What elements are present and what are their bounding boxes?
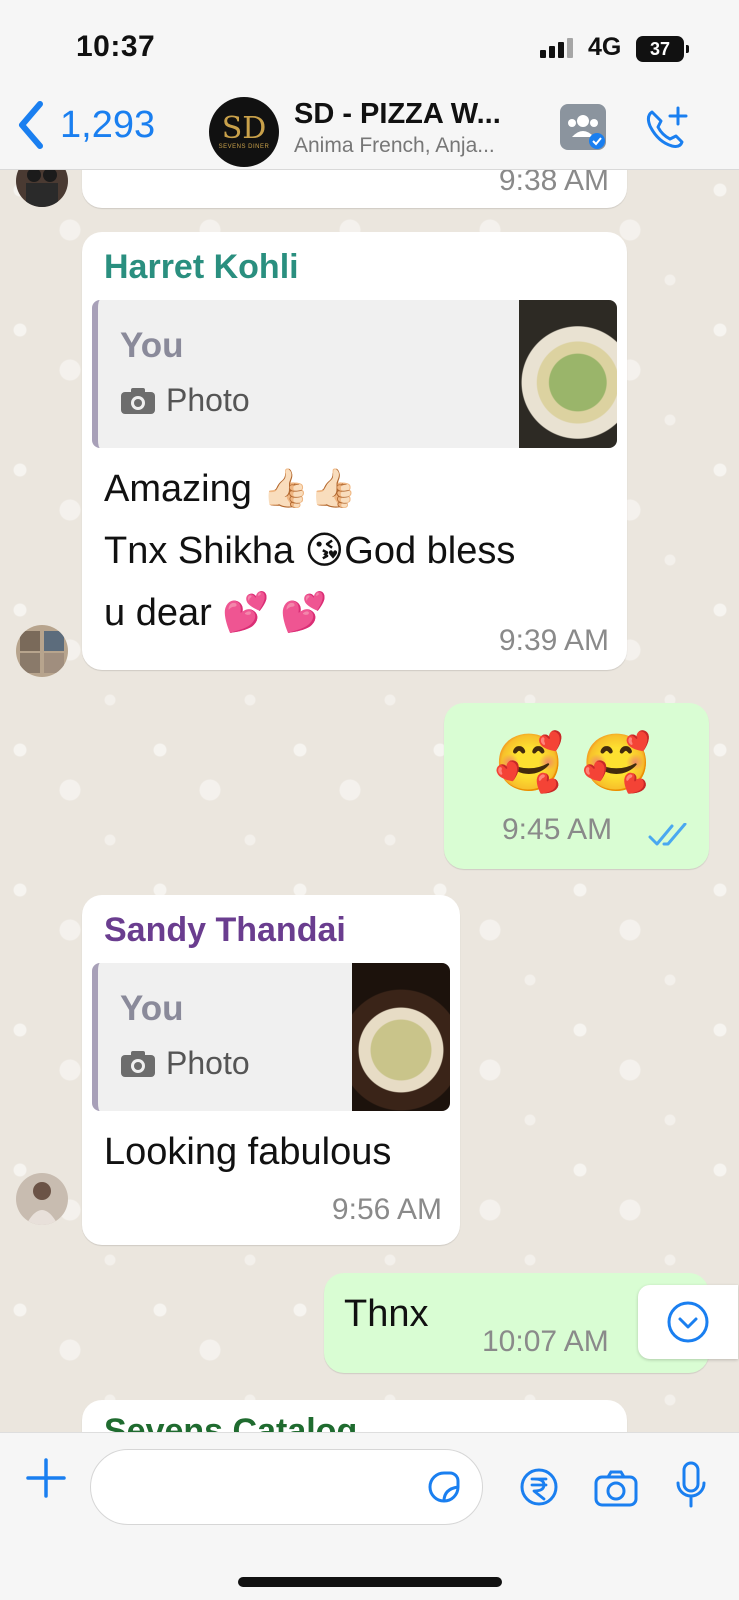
status-time: 10:37 <box>76 30 156 63</box>
person-icon <box>20 631 64 673</box>
chevron-left-icon <box>19 101 43 149</box>
message-text: Thnx <box>344 1293 429 1335</box>
plus-icon <box>26 1458 66 1498</box>
message-line: Tnx Shikha 😘God bless <box>104 530 516 572</box>
payment-button[interactable] <box>519 1467 559 1512</box>
message-time: 10:07 AM <box>482 1325 609 1358</box>
battery-level: 37 <box>649 38 671 59</box>
message-bubble[interactable]: 9:38 AM <box>82 170 627 208</box>
camera-button[interactable] <box>594 1469 638 1512</box>
message-time: 9:45 AM <box>502 813 613 846</box>
message-composer <box>0 1432 739 1600</box>
quote-content: Photo <box>120 382 250 419</box>
community-button[interactable] <box>560 104 606 150</box>
sender-name[interactable]: Sevens Catalog <box>104 1412 357 1432</box>
sender-avatar[interactable] <box>16 625 68 677</box>
add-call-button[interactable] <box>642 104 692 159</box>
rupee-icon <box>520 1468 558 1506</box>
back-button[interactable]: 1,293 <box>16 100 155 150</box>
camera-icon <box>121 1050 155 1077</box>
message-line: Amazing 👍🏻👍🏻 <box>104 468 358 510</box>
person-icon <box>26 1182 58 1225</box>
camera-icon <box>594 1470 638 1507</box>
message-line: u dear 💕 💕 <box>104 592 328 634</box>
photo-thumbnail[interactable] <box>519 300 617 448</box>
unread-count: 1,293 <box>60 103 156 146</box>
scroll-to-bottom-button[interactable] <box>638 1285 738 1359</box>
message-bubble[interactable]: Sandy Thandai You Photo Looking fabulous… <box>82 895 460 1245</box>
quoted-message[interactable]: You Photo <box>92 300 617 448</box>
microphone-icon <box>676 1461 706 1508</box>
chevron-down-icon <box>667 1301 709 1343</box>
chat-header: 1,293 SD SEVENS DINER SD - PIZZA W... An… <box>0 90 739 170</box>
group-avatar[interactable]: SD SEVENS DINER <box>209 97 279 167</box>
message-time: 9:38 AM <box>498 170 609 197</box>
status-bar: 10:37 4G 37 <box>0 0 739 90</box>
message-text: 🥰 🥰 <box>494 731 652 796</box>
camera-icon <box>121 387 155 414</box>
double-check-icon <box>648 823 687 846</box>
home-indicator <box>238 1577 502 1587</box>
group-members[interactable]: Anima French, Anja... <box>294 134 495 158</box>
sender-avatar[interactable] <box>16 1173 68 1225</box>
quote-label: Photo <box>166 1045 250 1081</box>
signal-icon <box>540 38 573 58</box>
quote-author: You <box>120 326 184 365</box>
person-icon <box>26 170 58 207</box>
avatar-monogram: SD <box>221 111 267 146</box>
message-bubble-outgoing[interactable]: 🥰 🥰 9:45 AM <box>444 703 709 869</box>
group-icon <box>568 115 605 149</box>
message-bubble[interactable]: Sevens Catalog <box>82 1400 627 1432</box>
sticker-button[interactable] <box>426 1469 462 1510</box>
message-input[interactable] <box>90 1449 483 1525</box>
chat-area[interactable]: 9:38 AM Harret Kohli You Photo Amazing 👍… <box>0 170 739 1432</box>
microphone-button[interactable] <box>674 1461 708 1516</box>
attach-button[interactable] <box>25 1457 67 1504</box>
network-type: 4G <box>588 33 622 61</box>
group-name[interactable]: SD - PIZZA W... <box>294 98 501 131</box>
sender-name[interactable]: Sandy Thandai <box>104 911 346 950</box>
battery-icon: 37 <box>636 36 689 62</box>
message-time: 9:39 AM <box>498 624 609 657</box>
message-time: 9:56 AM <box>331 1193 442 1226</box>
quote-content: Photo <box>120 1045 250 1082</box>
quoted-message[interactable]: You Photo <box>92 963 450 1111</box>
sender-avatar[interactable] <box>16 170 68 207</box>
avatar-caption: SEVENS DINER <box>218 144 270 150</box>
quote-label: Photo <box>166 382 250 418</box>
photo-thumbnail[interactable] <box>352 963 450 1111</box>
sender-name[interactable]: Harret Kohli <box>104 248 299 287</box>
phone-plus-icon <box>646 106 688 148</box>
message-bubble[interactable]: Harret Kohli You Photo Amazing 👍🏻👍🏻 Tnx … <box>82 232 627 670</box>
quote-author: You <box>120 989 184 1028</box>
message-text: Looking fabulous <box>104 1131 392 1173</box>
sticker-icon <box>428 1471 460 1503</box>
